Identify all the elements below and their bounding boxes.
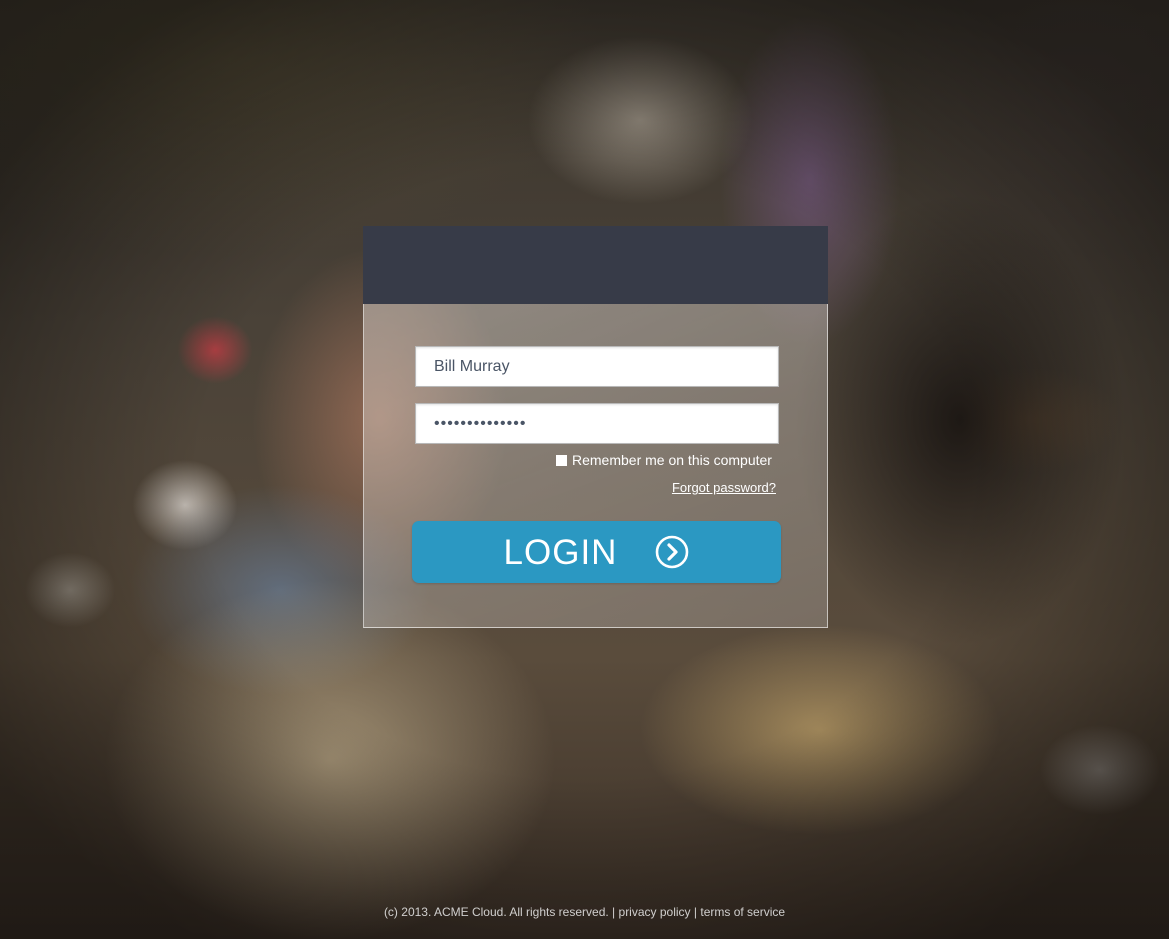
login-card: Remember me on this computer Forgot pass… [363,226,828,628]
remember-me-checkbox[interactable] [556,454,567,466]
username-input[interactable] [415,346,779,387]
password-input[interactable] [415,403,779,444]
login-button-label: LOGIN [503,532,618,572]
chevron-right-circle-icon [656,535,689,569]
page-footer: (c) 2013. ACME Cloud. All rights reserve… [0,905,1169,919]
forgot-password-link[interactable]: Forgot password? [672,480,776,495]
privacy-policy-link[interactable]: privacy policy [619,905,691,919]
terms-of-service-link[interactable]: terms of service [700,905,785,919]
remember-me-option[interactable]: Remember me on this computer [556,451,772,469]
remember-me-label: Remember me on this computer [572,452,772,468]
footer-copyright: (c) 2013. ACME Cloud. All rights reserve… [383,905,609,919]
login-card-body: Remember me on this computer Forgot pass… [363,304,828,628]
login-button[interactable]: LOGIN [412,521,781,583]
login-card-header [363,226,828,304]
